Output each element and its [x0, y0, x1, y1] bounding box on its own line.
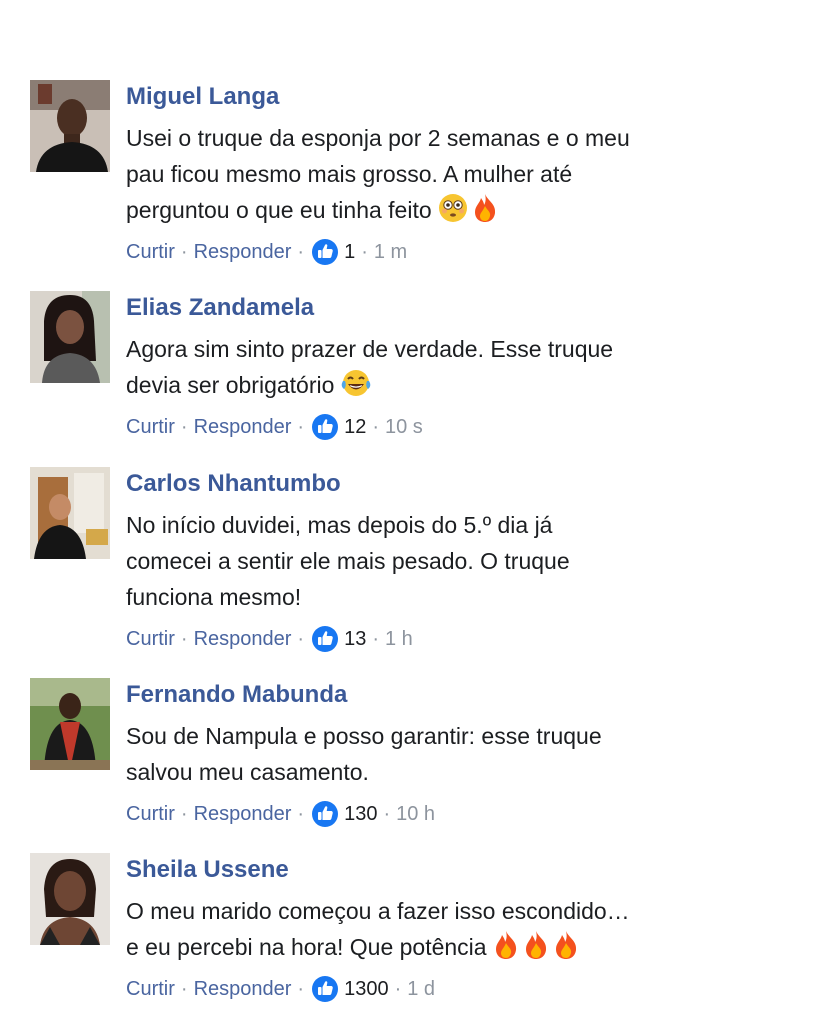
comment-line: devia ser obrigatório: [126, 372, 335, 398]
comment-text: O meu marido começou a fazer isso escond…: [126, 893, 786, 965]
comment-line: Agora sim sinto prazer de verdade. Esse …: [126, 336, 614, 362]
reply-button[interactable]: Responder: [194, 625, 292, 653]
separator-dot: ·: [180, 803, 188, 825]
separator-dot: ·: [180, 241, 188, 263]
reply-button[interactable]: Responder: [194, 800, 292, 828]
separator-dot: ·: [372, 628, 379, 650]
comment-text: Agora sim sinto prazer de verdade. Esse …: [126, 331, 786, 403]
flushed-face-icon: [438, 193, 468, 223]
comment-text: Sou de Nampula e posso garantir: esse tr…: [126, 718, 786, 790]
comment-line: Sou de Nampula e posso garantir: esse tr…: [126, 723, 602, 749]
comment-line: comecei a sentir ele mais pesado. O truq…: [126, 548, 570, 574]
like-button[interactable]: Curtir: [126, 238, 175, 266]
separator-dot: ·: [297, 978, 305, 1000]
comment-author[interactable]: Fernando Mabunda: [126, 680, 786, 710]
comment-author[interactable]: Elias Zandamela: [126, 293, 786, 323]
separator-dot: ·: [297, 241, 305, 263]
comment-author[interactable]: Miguel Langa: [126, 82, 786, 112]
separator-dot: ·: [297, 803, 305, 825]
thumbs-up-icon[interactable]: [312, 976, 339, 1002]
avatar-photo: [30, 853, 110, 945]
comment-list: Miguel Langa Usei o truque da esponja po…: [0, 0, 821, 1024]
comment-author[interactable]: Carlos Nhantumbo: [126, 469, 786, 499]
like-count[interactable]: 1300: [344, 975, 389, 1003]
like-count[interactable]: 130: [344, 800, 377, 828]
comment-timestamp[interactable]: 1 d: [407, 975, 435, 1003]
avatar-photo: [30, 467, 110, 559]
avatar-photo: [30, 678, 110, 770]
like-count[interactable]: 13: [344, 625, 366, 653]
comment-timestamp[interactable]: 10 s: [385, 413, 423, 441]
thumbs-up-icon[interactable]: [312, 626, 339, 652]
avatar[interactable]: [30, 291, 110, 383]
separator-dot: ·: [297, 628, 305, 650]
fire-icon: [523, 930, 549, 960]
comment-line: e eu percebi na hora! Que potência: [126, 934, 487, 960]
comment-timestamp[interactable]: 1 m: [374, 238, 407, 266]
like-count[interactable]: 12: [344, 413, 366, 441]
fire-icon: [493, 930, 519, 960]
like-button[interactable]: Curtir: [126, 975, 175, 1003]
comment-line: pau ficou mesmo mais grosso. A mulher at…: [126, 161, 573, 187]
separator-dot: ·: [180, 978, 188, 1000]
avatar[interactable]: [30, 467, 110, 559]
separator-dot: ·: [383, 803, 391, 825]
separator-dot: ·: [394, 978, 402, 1000]
fire-icon: [553, 930, 579, 960]
comment-line: O meu marido começou a fazer isso escond…: [126, 898, 630, 924]
fire-icon: [472, 193, 498, 223]
avatar[interactable]: [30, 853, 110, 945]
like-count[interactable]: 1: [344, 238, 355, 266]
like-button[interactable]: Curtir: [126, 413, 175, 441]
comment-actions: Curtir · Responder · 13 · 1 h: [126, 625, 786, 653]
avatar[interactable]: [30, 80, 110, 172]
comment-line: perguntou o que eu tinha feito: [126, 197, 432, 223]
separator-dot: ·: [297, 416, 305, 438]
avatar-photo: [30, 80, 110, 172]
separator-dot: ·: [372, 416, 379, 438]
reply-button[interactable]: Responder: [194, 413, 292, 441]
comment-line: salvou meu casamento.: [126, 759, 369, 785]
thumbs-up-icon[interactable]: [312, 239, 339, 265]
like-button[interactable]: Curtir: [126, 625, 175, 653]
avatar-photo: [30, 291, 110, 383]
comment-line: Usei o truque da esponja por 2 semanas e…: [126, 125, 630, 151]
thumbs-up-icon[interactable]: [312, 801, 339, 827]
comment-actions: Curtir · Responder · 12 · 10 s: [126, 413, 786, 441]
comment-actions: Curtir · Responder · 130 · 10 h: [126, 800, 786, 828]
like-button[interactable]: Curtir: [126, 800, 175, 828]
comment-line: funciona mesmo!: [126, 584, 302, 610]
tears-of-joy-icon: [340, 368, 372, 398]
comment-author[interactable]: Sheila Ussene: [126, 855, 786, 885]
comment-timestamp[interactable]: 1 h: [385, 625, 413, 653]
comment-text: No início duvidei, mas depois do 5.º dia…: [126, 507, 786, 615]
separator-dot: ·: [180, 416, 188, 438]
reply-button[interactable]: Responder: [194, 238, 292, 266]
comment-actions: Curtir · Responder · 1300 · 1 d: [126, 975, 786, 1003]
comment-text: Usei o truque da esponja por 2 semanas e…: [126, 120, 786, 228]
separator-dot: ·: [361, 241, 368, 263]
separator-dot: ·: [180, 628, 188, 650]
comment-line: No início duvidei, mas depois do 5.º dia…: [126, 512, 553, 538]
thumbs-up-icon[interactable]: [312, 414, 339, 440]
reply-button[interactable]: Responder: [194, 975, 292, 1003]
comment-timestamp[interactable]: 10 h: [396, 800, 435, 828]
avatar[interactable]: [30, 678, 110, 770]
comment-actions: Curtir · Responder · 1 · 1 m: [126, 238, 786, 266]
